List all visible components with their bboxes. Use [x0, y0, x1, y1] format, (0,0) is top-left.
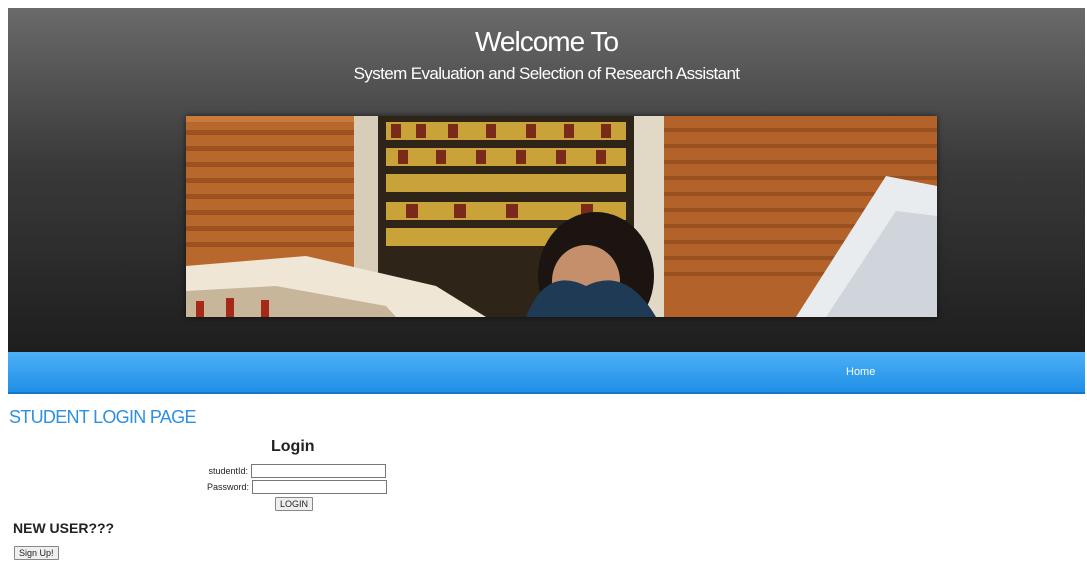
student-id-input[interactable] — [251, 464, 386, 478]
nav-bar: Home — [8, 352, 1085, 394]
site-subtitle: System Evaluation and Selection of Resea… — [353, 64, 740, 83]
password-label: Password: — [206, 482, 249, 492]
banner-image — [186, 116, 937, 317]
login-button[interactable]: LOGIN — [275, 497, 314, 511]
password-input[interactable] — [252, 480, 387, 494]
new-user-heading: NEW USER??? — [13, 520, 115, 536]
student-id-label: studentId: — [208, 466, 248, 476]
page-frame: Welcome To System Evaluation and Selecti… — [8, 8, 1085, 561]
sign-up-button[interactable]: Sign Up! — [14, 546, 59, 560]
nav-home-link[interactable]: Home — [846, 366, 875, 378]
login-heading: Login — [271, 438, 315, 455]
site-header: Welcome To System Evaluation and Selecti… — [8, 8, 1085, 352]
banner-photo-student-library — [186, 116, 937, 317]
page-heading: STUDENT LOGIN PAGE — [9, 407, 196, 427]
site-title: Welcome To — [474, 26, 619, 57]
